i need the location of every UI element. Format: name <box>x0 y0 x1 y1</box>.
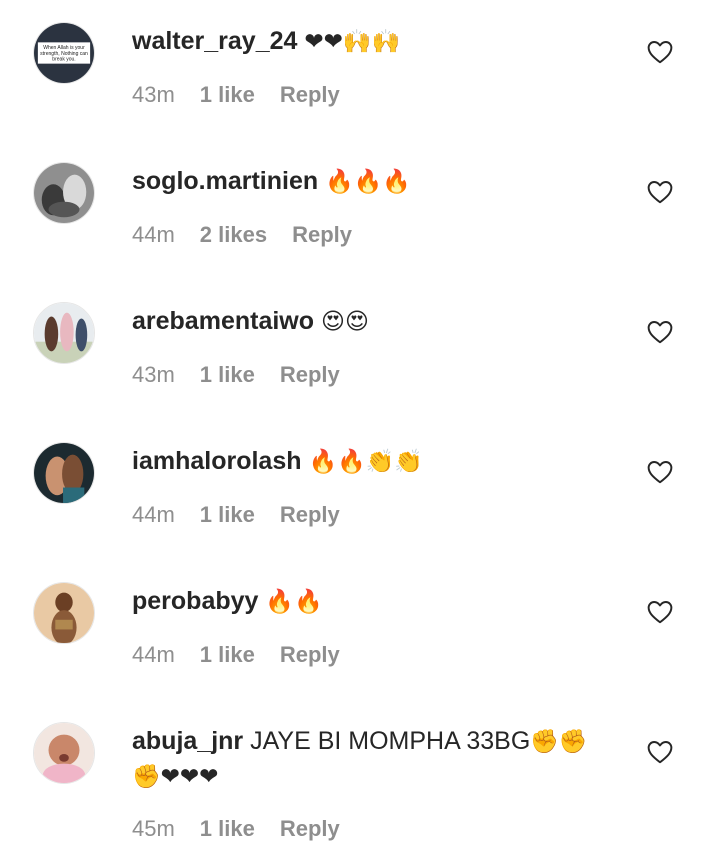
avatar-image <box>34 443 94 503</box>
comment-username[interactable]: arebamentaiwo <box>132 307 314 335</box>
comment-likes[interactable]: 1 like <box>200 816 255 842</box>
comment-time: 44m <box>132 502 175 527</box>
avatar-image <box>34 303 94 363</box>
comment-emoji: 😍😍 <box>320 309 369 335</box>
like-heart-icon[interactable] <box>647 40 673 64</box>
like-heart-icon[interactable] <box>647 600 673 624</box>
comment-likes[interactable]: 1 like <box>200 502 255 528</box>
avatar[interactable] <box>33 582 95 644</box>
avatar-image <box>34 723 94 783</box>
comment-username[interactable]: walter_ray_24 <box>132 27 297 55</box>
comment-time: 43m <box>132 82 175 107</box>
avatar-image <box>34 163 94 223</box>
reply-button[interactable]: Reply <box>292 222 352 248</box>
reply-button[interactable]: Reply <box>280 502 340 528</box>
avatar[interactable] <box>33 302 95 364</box>
comment-text: JAYE BI MOMPHA 33BG <box>250 727 531 755</box>
avatar[interactable] <box>33 162 95 224</box>
comment-likes[interactable]: 1 like <box>200 82 255 108</box>
comment-time: 45m <box>132 816 175 841</box>
comment-username[interactable]: soglo.martinien <box>132 167 318 195</box>
reply-button[interactable]: Reply <box>280 82 340 108</box>
reply-button[interactable]: Reply <box>280 362 340 388</box>
comment-likes[interactable]: 1 like <box>200 362 255 388</box>
comment-time: 44m <box>132 642 175 667</box>
comment-likes[interactable]: 2 likes <box>200 222 267 248</box>
reply-button[interactable]: Reply <box>280 642 340 668</box>
like-heart-icon[interactable] <box>647 740 673 764</box>
avatar-image <box>34 583 94 643</box>
comment-emoji: 🔥🔥🔥 <box>325 169 412 195</box>
comment-time: 44m <box>132 222 175 247</box>
comment-time: 43m <box>132 362 175 387</box>
avatar-image: When Allah is your strength, Nothing can… <box>34 23 94 83</box>
comment-emoji: ❤❤🙌🙌 <box>304 29 401 55</box>
comment-emoji: 🔥🔥👏👏 <box>308 449 424 475</box>
comment-username[interactable]: abuja_jnr <box>132 727 243 755</box>
avatar[interactable]: When Allah is your strength, Nothing can… <box>33 22 95 84</box>
svg-text:break you.: break you. <box>52 57 75 63</box>
avatar[interactable] <box>33 442 95 504</box>
comment-likes[interactable]: 1 like <box>200 642 255 668</box>
reply-button[interactable]: Reply <box>280 816 340 842</box>
avatar[interactable] <box>33 722 95 784</box>
like-heart-icon[interactable] <box>647 460 673 484</box>
like-heart-icon[interactable] <box>647 180 673 204</box>
like-heart-icon[interactable] <box>647 320 673 344</box>
comment-username[interactable]: iamhalorolash <box>132 447 302 475</box>
comment-emoji: 🔥🔥 <box>265 589 323 615</box>
comment-username[interactable]: perobabyy <box>132 587 258 615</box>
